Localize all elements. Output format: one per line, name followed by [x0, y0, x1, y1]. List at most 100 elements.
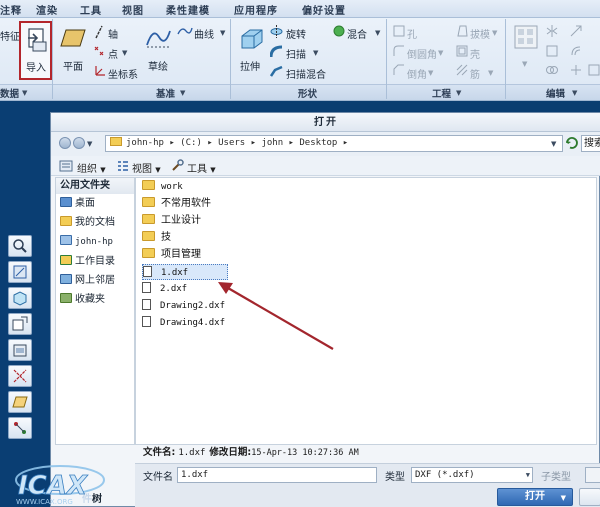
list-item[interactable]: 不常用软件	[142, 196, 211, 212]
mirror-icon[interactable]	[546, 25, 558, 37]
nav-item-working-directory[interactable]: 工作目录	[60, 254, 115, 270]
ribbon-tab-bar: 注释 渲染 工具 视图 柔性建模 应用程序 偏好设置	[0, 0, 600, 18]
chevron-down-icon[interactable]: ▼	[375, 29, 380, 37]
file-type-select[interactable]: DXF (*.dxf) ▼	[411, 467, 533, 483]
list-item-selected[interactable]: 1.dxf	[142, 264, 228, 280]
chevron-down-icon[interactable]: ▼	[456, 89, 461, 97]
chevron-down-icon[interactable]: ▼	[492, 29, 497, 37]
chevron-down-icon[interactable]: ▼	[122, 49, 127, 57]
list-item[interactable]: work	[142, 179, 183, 195]
nav-item-favorites[interactable]: 收藏夹	[60, 292, 105, 308]
file-icon	[143, 266, 152, 277]
views-menu[interactable]: 视图 ▼	[132, 160, 161, 175]
chevron-down-icon[interactable]: ▼	[572, 89, 577, 97]
forward-button[interactable]	[73, 137, 85, 149]
feature-button-label[interactable]: 特征	[0, 28, 20, 43]
open-button[interactable]: 打开 ▼	[497, 488, 573, 506]
display-style-button[interactable]	[8, 287, 32, 309]
csys-button[interactable]: 坐标系	[108, 66, 138, 81]
refit-button[interactable]	[8, 261, 32, 283]
history-dropdown[interactable]: ▼	[87, 140, 92, 148]
list-item[interactable]: Drawing2.dxf	[142, 298, 225, 314]
address-path-field[interactable]: john-hp ▸ (C:) ▸ Users ▸ john ▸ Desktop …	[105, 135, 563, 152]
plane-icon[interactable]	[60, 28, 86, 48]
sketch-button-label[interactable]: 草绘	[148, 58, 168, 73]
chevron-down-icon[interactable]: ▼	[551, 140, 556, 148]
tab-applications[interactable]: 应用程序	[234, 2, 278, 17]
point-button[interactable]: 点	[108, 46, 118, 61]
hole-button[interactable]: 孔	[407, 26, 417, 41]
solidify-icon[interactable]	[588, 64, 600, 76]
shell-button[interactable]: 壳	[470, 46, 480, 61]
plane-button-label[interactable]: 平面	[63, 58, 83, 73]
refresh-icon[interactable]	[565, 136, 579, 150]
curve-button[interactable]: 曲线	[194, 26, 214, 41]
dialog-bottom-bar: 文件名 1.dxf 类型 DXF (*.dxf) ▼ 子类型 打开 ▼	[135, 463, 600, 507]
offset-icon[interactable]	[570, 45, 582, 57]
chevron-down-icon[interactable]: ▼	[180, 89, 185, 97]
chevron-down-icon[interactable]: ▼	[22, 89, 27, 97]
subtype-select[interactable]	[585, 467, 600, 483]
list-item[interactable]: 工业设计	[142, 213, 201, 229]
search-input[interactable]: 搜索	[581, 135, 600, 152]
ribbon: 注释 渲染 工具 视图 柔性建模 应用程序 偏好设置 数据 ▼ 基准 ▼ 形状 …	[0, 0, 600, 101]
datum-display-button[interactable]	[8, 365, 32, 387]
tab-render[interactable]: 渲染	[36, 2, 58, 17]
nav-item-my-documents[interactable]: 我的文档	[60, 215, 115, 231]
tools-menu[interactable]: 工具 ▼	[187, 160, 216, 175]
import-button[interactable]: 导入	[19, 21, 52, 80]
csys-icon	[95, 66, 105, 76]
dialog-title: 打开	[51, 113, 600, 132]
plane-display-button[interactable]	[8, 391, 32, 413]
folder-icon	[142, 248, 155, 258]
revolve-button[interactable]: 旋转	[286, 26, 306, 41]
chevron-down-icon[interactable]: ▼	[428, 69, 433, 77]
extend-icon[interactable]	[570, 25, 582, 37]
extrude-icon[interactable]	[238, 26, 264, 52]
merge-icon[interactable]	[546, 64, 558, 76]
tab-view[interactable]: 视图	[122, 2, 144, 17]
chevron-down-icon[interactable]: ▼	[438, 49, 443, 57]
filename-input[interactable]: 1.dxf	[177, 467, 377, 483]
blend-button[interactable]: 混合	[347, 26, 367, 41]
chevron-down-icon[interactable]: ▼	[488, 69, 493, 77]
tab-preferences[interactable]: 偏好设置	[302, 2, 346, 17]
sweep-button[interactable]: 扫描	[286, 46, 306, 61]
view-manager-button[interactable]	[8, 339, 32, 361]
intersect-icon[interactable]	[570, 64, 582, 76]
cancel-button[interactable]	[579, 488, 600, 506]
file-icon	[142, 316, 151, 327]
tab-annotate[interactable]: 注释	[0, 2, 22, 17]
list-item[interactable]: 项目管理	[142, 247, 201, 263]
axis-button[interactable]: 轴	[108, 26, 118, 41]
chevron-down-icon[interactable]: ▼	[522, 60, 527, 68]
round-button[interactable]: 倒圆角	[407, 46, 437, 61]
group-label-engineering: 工程	[432, 89, 452, 100]
trim-icon[interactable]	[546, 45, 558, 57]
sketch-icon[interactable]	[145, 25, 171, 49]
list-item[interactable]: 技	[142, 230, 171, 246]
svg-text:WWW.ICAX.ORG: WWW.ICAX.ORG	[16, 498, 73, 506]
extrude-button-label[interactable]: 拉伸	[240, 58, 260, 73]
spin-center-button[interactable]	[8, 417, 32, 439]
list-item[interactable]: Drawing4.dxf	[142, 315, 225, 331]
chevron-down-icon[interactable]: ▼	[313, 49, 318, 57]
organize-menu[interactable]: 组织 ▼	[77, 160, 106, 175]
icax-logo: ICAX WWW.ICAX.ORG	[15, 465, 105, 506]
chamfer-button[interactable]: 倒角	[407, 66, 427, 81]
zoom-button[interactable]	[8, 235, 32, 257]
nav-item-network[interactable]: 网上邻居	[60, 273, 115, 289]
list-item[interactable]: 2.dxf	[142, 281, 187, 297]
rib-button[interactable]: 筋	[470, 66, 480, 81]
swept-blend-button[interactable]: 扫描混合	[286, 66, 326, 81]
saved-views-button[interactable]	[8, 313, 32, 335]
chevron-down-icon[interactable]: ▼	[220, 29, 225, 37]
pattern-icon[interactable]	[513, 24, 539, 50]
tab-flexible-modeling[interactable]: 柔性建模	[166, 2, 210, 17]
tab-tools[interactable]: 工具	[80, 2, 102, 17]
nav-item-desktop[interactable]: 桌面	[60, 196, 95, 212]
nav-item-john-hp[interactable]: john-hp	[60, 234, 113, 250]
rib-icon	[456, 64, 468, 76]
back-button[interactable]	[59, 137, 71, 149]
draft-button[interactable]: 拔模	[470, 26, 490, 41]
